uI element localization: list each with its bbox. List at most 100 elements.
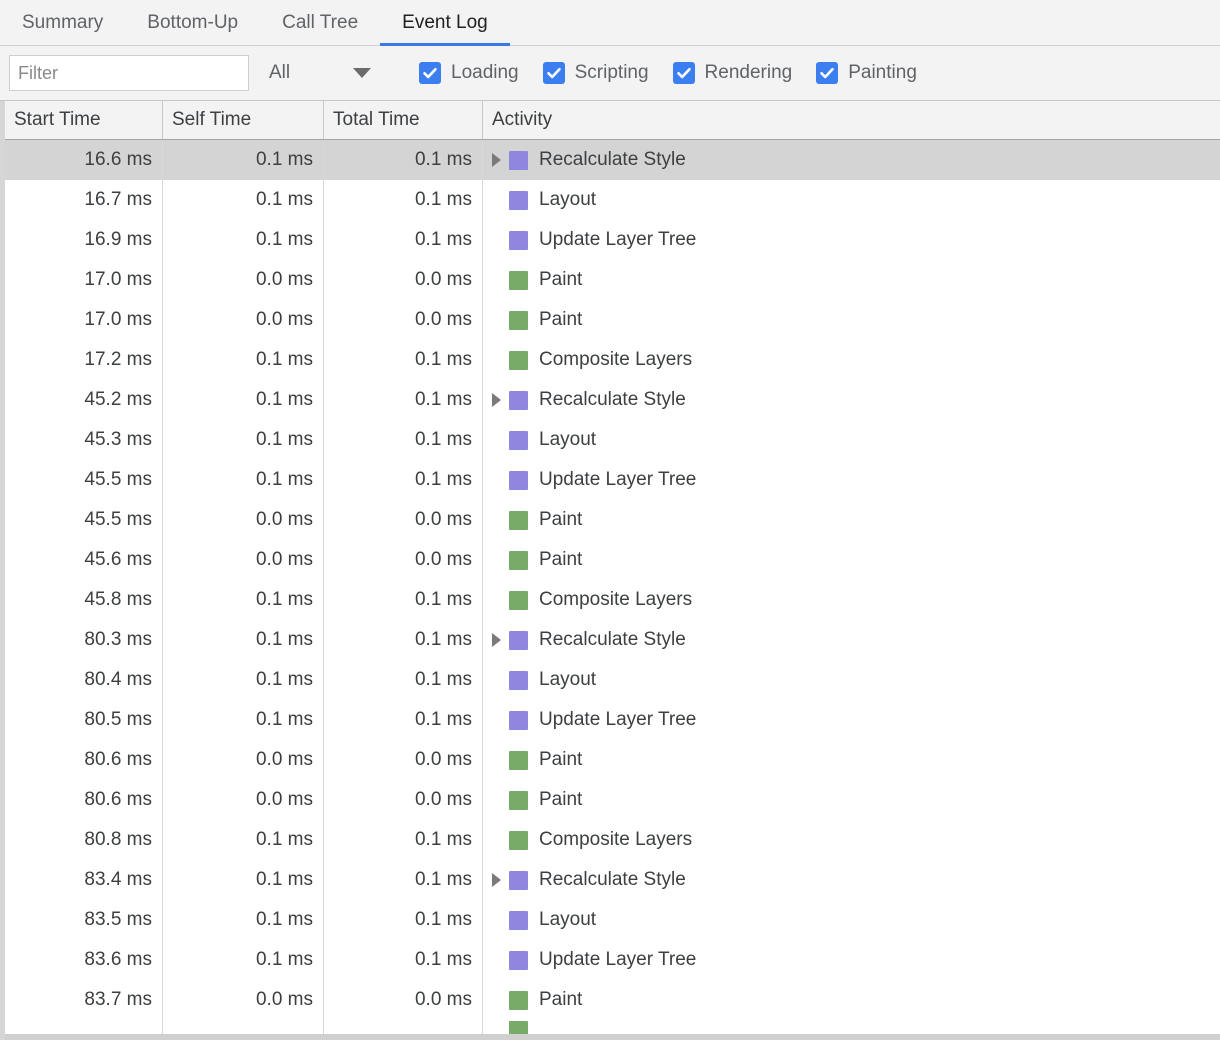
- table-row[interactable]: 80.8 ms0.1 ms0.1 msComposite Layers: [5, 820, 1220, 860]
- checkbox-loading[interactable]: Loading: [419, 62, 519, 84]
- duration-filter-select[interactable]: All: [269, 62, 389, 84]
- cell-start-time: 83.6 ms: [5, 940, 163, 980]
- column-header-self-time[interactable]: Self Time: [163, 101, 324, 139]
- category-color-swatch-painting: [509, 991, 528, 1010]
- table-row[interactable]: 80.5 ms0.1 ms0.1 msUpdate Layer Tree: [5, 700, 1220, 740]
- cell-activity: Recalculate Style: [483, 620, 1220, 660]
- table-row[interactable]: 45.3 ms0.1 ms0.1 msLayout: [5, 420, 1220, 460]
- table-row[interactable]: 17.0 ms0.0 ms0.0 msPaint: [5, 260, 1220, 300]
- checkbox-scripting[interactable]: Scripting: [543, 62, 649, 84]
- cell-total-time: 0.1 ms: [324, 140, 483, 180]
- activity-label: Recalculate Style: [539, 389, 686, 411]
- checkmark-icon: [816, 62, 838, 84]
- table-row[interactable]: 83.4 ms0.1 ms0.1 msRecalculate Style: [5, 860, 1220, 900]
- cell-start-time: 45.6 ms: [5, 540, 163, 580]
- activity-label: Update Layer Tree: [539, 709, 696, 731]
- cell-self-time: 0.1 ms: [163, 380, 324, 420]
- activity-label: Paint: [539, 509, 582, 531]
- panel-tabbar: SummaryBottom-UpCall TreeEvent Log: [0, 0, 1220, 46]
- category-color-swatch-painting: [509, 311, 528, 330]
- filter-input[interactable]: [9, 55, 249, 91]
- cell-start-time: 17.2 ms: [5, 340, 163, 380]
- cell-self-time: 0.1 ms: [163, 460, 324, 500]
- checkbox-rendering[interactable]: Rendering: [673, 62, 793, 84]
- cell-total-time: 0.1 ms: [324, 340, 483, 380]
- activity-label: Paint: [539, 749, 582, 771]
- table-row[interactable]: 80.3 ms0.1 ms0.1 msRecalculate Style: [5, 620, 1220, 660]
- category-color-swatch-rendering: [509, 231, 528, 250]
- cell-self-time: 0.1 ms: [163, 700, 324, 740]
- cell-activity: Composite Layers: [483, 580, 1220, 620]
- expand-triangle-icon[interactable]: [483, 873, 509, 887]
- activity-label: Recalculate Style: [539, 869, 686, 891]
- table-row[interactable]: 17.2 ms0.1 ms0.1 msComposite Layers: [5, 340, 1220, 380]
- column-header-start-time[interactable]: Start Time: [5, 101, 163, 139]
- cell-activity: Layout: [483, 180, 1220, 220]
- cell-total-time: 0.0 ms: [324, 780, 483, 820]
- tab-event-log[interactable]: Event Log: [380, 0, 510, 45]
- checkbox-label-painting: Painting: [848, 62, 917, 84]
- triangle-right-icon: [492, 393, 501, 407]
- cell-activity: Layout: [483, 660, 1220, 700]
- cell-start-time: 80.5 ms: [5, 700, 163, 740]
- category-color-swatch-painting: [509, 511, 528, 530]
- activity-label: Layout: [539, 669, 596, 691]
- cell-self-time: 0.1 ms: [163, 180, 324, 220]
- activity-label: Composite Layers: [539, 349, 692, 371]
- cell-start-time: 80.6 ms: [5, 780, 163, 820]
- table-row[interactable]: 45.8 ms0.1 ms0.1 msComposite Layers: [5, 580, 1220, 620]
- expand-triangle-icon[interactable]: [483, 153, 509, 167]
- cell-activity: Layout: [483, 420, 1220, 460]
- table-row[interactable]: 45.2 ms0.1 ms0.1 msRecalculate Style: [5, 380, 1220, 420]
- expand-triangle-icon[interactable]: [483, 633, 509, 647]
- table-row[interactable]: 16.7 ms0.1 ms0.1 msLayout: [5, 180, 1220, 220]
- duration-filter-value: All: [269, 62, 290, 84]
- cell-self-time: 0.0 ms: [163, 980, 324, 1020]
- table-row[interactable]: 80.6 ms0.0 ms0.0 msPaint: [5, 780, 1220, 820]
- table-row[interactable]: 80.6 ms0.0 ms0.0 msPaint: [5, 740, 1220, 780]
- cell-activity: Paint: [483, 500, 1220, 540]
- cell-activity: Recalculate Style: [483, 860, 1220, 900]
- table-row[interactable]: 45.5 ms0.0 ms0.0 msPaint: [5, 500, 1220, 540]
- cell-activity: Paint: [483, 260, 1220, 300]
- cell-self-time: 0.1 ms: [163, 660, 324, 700]
- column-header-total-time[interactable]: Total Time: [324, 101, 483, 139]
- table-row[interactable]: 83.5 ms0.1 ms0.1 msLayout: [5, 900, 1220, 940]
- cell-activity: Paint: [483, 780, 1220, 820]
- checkbox-painting[interactable]: Painting: [816, 62, 917, 84]
- cell-activity: Paint: [483, 980, 1220, 1020]
- horizontal-scrollbar[interactable]: [5, 1034, 1220, 1040]
- activity-label: Recalculate Style: [539, 149, 686, 171]
- cell-start-time: 80.6 ms: [5, 740, 163, 780]
- expand-triangle-icon[interactable]: [483, 393, 509, 407]
- cell-total-time: 0.1 ms: [324, 460, 483, 500]
- cell-start-time: 83.4 ms: [5, 860, 163, 900]
- activity-label: Paint: [539, 989, 582, 1011]
- cell-activity: Composite Layers: [483, 820, 1220, 860]
- checkmark-icon: [543, 62, 565, 84]
- table-row[interactable]: 45.5 ms0.1 ms0.1 msUpdate Layer Tree: [5, 460, 1220, 500]
- table-row[interactable]: 16.9 ms0.1 ms0.1 msUpdate Layer Tree: [5, 220, 1220, 260]
- tab-summary[interactable]: Summary: [0, 0, 125, 45]
- chevron-down-icon: [353, 68, 371, 78]
- devtools-performance-panel: SummaryBottom-UpCall TreeEvent Log All L…: [0, 0, 1220, 1040]
- category-color-swatch-rendering: [509, 671, 528, 690]
- cell-self-time: 0.1 ms: [163, 580, 324, 620]
- table-row[interactable]: 83.6 ms0.1 ms0.1 msUpdate Layer Tree: [5, 940, 1220, 980]
- cell-activity: Paint: [483, 300, 1220, 340]
- activity-label: Layout: [539, 189, 596, 211]
- table-row[interactable]: 17.0 ms0.0 ms0.0 msPaint: [5, 300, 1220, 340]
- tab-call-tree[interactable]: Call Tree: [260, 0, 380, 45]
- table-row[interactable]: 45.6 ms0.0 ms0.0 msPaint: [5, 540, 1220, 580]
- cell-activity: Update Layer Tree: [483, 700, 1220, 740]
- table-row[interactable]: 80.4 ms0.1 ms0.1 msLayout: [5, 660, 1220, 700]
- table-row[interactable]: 16.6 ms0.1 ms0.1 msRecalculate Style: [5, 140, 1220, 180]
- table-row[interactable]: 83.7 ms0.0 ms0.0 msPaint: [5, 980, 1220, 1020]
- category-color-swatch-painting: [509, 351, 528, 370]
- cell-total-time: 0.1 ms: [324, 180, 483, 220]
- activity-label: Paint: [539, 269, 582, 291]
- column-header-activity[interactable]: Activity: [483, 101, 1220, 139]
- tab-bottom-up[interactable]: Bottom-Up: [125, 0, 260, 45]
- event-log-toolbar: All Loading Scripting Rendering Painting: [0, 46, 1220, 101]
- cell-total-time: 0.0 ms: [324, 260, 483, 300]
